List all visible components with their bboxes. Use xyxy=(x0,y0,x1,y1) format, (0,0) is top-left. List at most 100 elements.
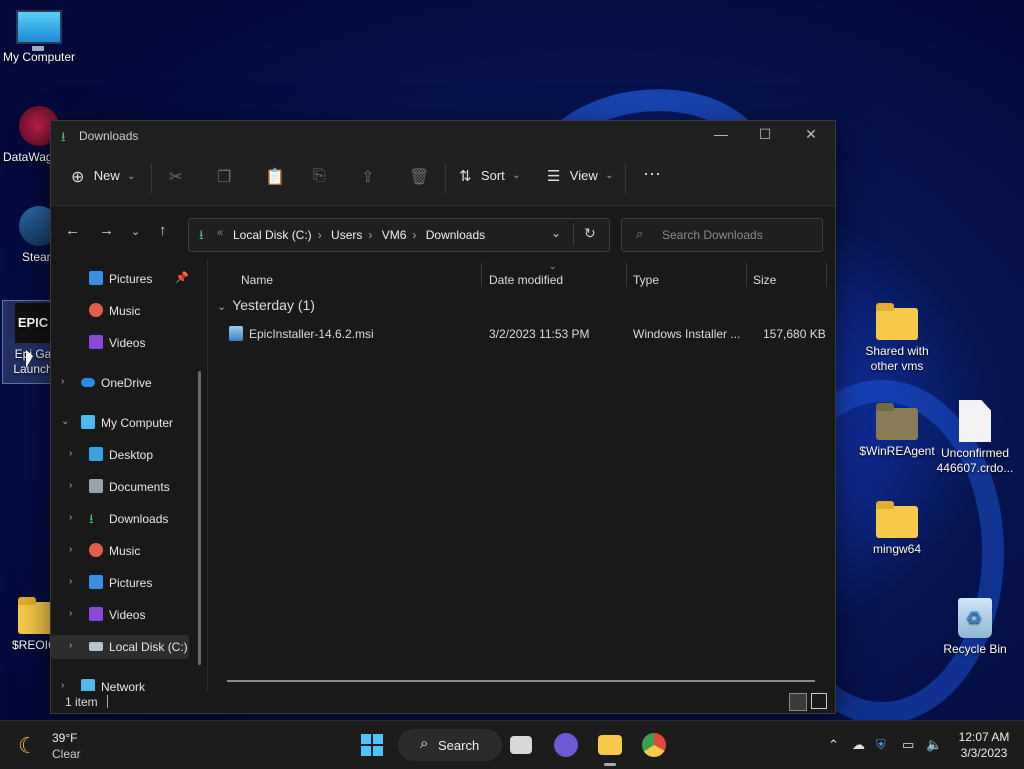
chevron-right-icon[interactable]: › xyxy=(61,680,64,691)
chevron-right-icon[interactable]: › xyxy=(69,640,72,651)
column-header-size[interactable]: Size xyxy=(753,273,776,287)
sort-arrows-icon: ⇅ xyxy=(459,168,472,185)
navigation-pane: Pictures 📌 Music Videos › OneDrive ⌄ My … xyxy=(51,259,207,691)
chevron-right-icon[interactable]: › xyxy=(61,376,64,387)
taskbar-search-button[interactable]: ⌕ Search xyxy=(398,729,502,761)
search-box[interactable]: ⌕ Search Downloads xyxy=(621,218,823,252)
column-separator[interactable] xyxy=(746,263,747,287)
divider xyxy=(445,163,446,193)
security-shield-icon[interactable]: ⛨ xyxy=(876,737,886,753)
download-icon: ⭳ xyxy=(199,227,204,242)
breadcrumb-downloads[interactable]: Downloads xyxy=(426,228,485,242)
nav-item-pictures-quick[interactable]: Pictures 📌 xyxy=(51,267,207,291)
title-bar[interactable]: ⭳ Downloads — ☐ ✕ xyxy=(51,121,835,151)
copy-icon[interactable]: ❐ xyxy=(217,167,231,187)
chevron-right-icon[interactable]: › xyxy=(69,576,72,587)
breadcrumb-vm6[interactable]: VM6 xyxy=(382,228,407,242)
chevron-right-icon[interactable]: › xyxy=(69,544,72,555)
nav-item-downloads[interactable]: › ⭳ Downloads xyxy=(51,507,207,531)
nav-item-my-computer[interactable]: ⌄ My Computer xyxy=(51,411,207,435)
chat-icon[interactable] xyxy=(554,733,578,757)
weather-temperature: 39°F xyxy=(52,731,78,745)
desktop-icon-recycle-bin[interactable]: ♻ Recycle Bin xyxy=(936,598,1014,657)
paste-icon[interactable]: 📋 xyxy=(265,167,285,187)
group-header[interactable]: ⌄ Yesterday (1) xyxy=(217,297,315,313)
windows-logo-icon xyxy=(361,734,371,744)
minimize-button[interactable]: — xyxy=(707,126,735,142)
column-header-type[interactable]: Type xyxy=(633,273,659,287)
refresh-icon[interactable]: ↻ xyxy=(584,225,596,242)
view-button[interactable]: ☰ View ⌄ xyxy=(547,167,613,185)
start-button[interactable] xyxy=(360,733,384,757)
chevron-right-icon[interactable]: › xyxy=(69,512,72,523)
breadcrumb-local-disk[interactable]: Local Disk (C:) xyxy=(233,228,312,242)
details-view-icon[interactable] xyxy=(789,693,807,711)
table-row[interactable]: EpicInstaller-14.6.2.msi 3/2/2023 11:53 … xyxy=(227,323,827,345)
nav-pane-scrollbar[interactable] xyxy=(198,371,201,665)
more-options-icon[interactable]: ··· xyxy=(643,163,661,184)
nav-item-documents[interactable]: › Documents xyxy=(51,475,207,499)
pin-icon[interactable]: 📌 xyxy=(175,271,189,284)
nav-item-videos-quick[interactable]: Videos xyxy=(51,331,207,355)
recent-locations-chevron-icon[interactable]: ⌄ xyxy=(131,225,140,238)
column-separator[interactable] xyxy=(626,263,627,287)
chrome-icon[interactable] xyxy=(642,733,666,757)
sort-button[interactable]: ⇅ Sort ⌄ xyxy=(459,167,521,185)
search-icon: ⌕ xyxy=(636,226,644,241)
mouse-cursor-icon xyxy=(26,350,33,368)
download-icon: ⭳ xyxy=(89,511,94,526)
maximize-button[interactable]: ☐ xyxy=(751,126,779,143)
chevron-up-icon[interactable]: ⌃ xyxy=(828,737,839,753)
pictures-icon xyxy=(89,575,103,589)
column-separator[interactable] xyxy=(826,263,827,287)
chevron-right-icon[interactable]: › xyxy=(69,480,72,491)
cloud-offline-icon[interactable]: ☁ xyxy=(852,737,865,753)
delete-icon[interactable]: 🗑 xyxy=(409,167,429,187)
up-arrow-icon[interactable]: ↑ xyxy=(159,222,167,239)
nav-item-onedrive[interactable]: › OneDrive xyxy=(51,371,207,395)
rename-icon[interactable]: ⎘ xyxy=(313,167,326,185)
desktop-icon-winreagent[interactable]: $WinREAgent xyxy=(858,403,936,459)
clock[interactable]: 12:07 AM 3/3/2023 xyxy=(952,729,1016,761)
close-button[interactable]: ✕ xyxy=(797,126,825,143)
search-input[interactable]: Search Downloads xyxy=(662,228,763,242)
desktop-icon-mingw64[interactable]: mingw64 xyxy=(858,501,936,557)
file-type: Windows Installer ... xyxy=(633,327,741,341)
nav-item-pictures[interactable]: › Pictures xyxy=(51,571,207,595)
column-separator[interactable] xyxy=(481,263,482,287)
nav-item-desktop[interactable]: › Desktop xyxy=(51,443,207,467)
nav-item-music-quick[interactable]: Music xyxy=(51,299,207,323)
cut-icon[interactable]: ✂ xyxy=(169,167,182,187)
nav-item-videos[interactable]: › Videos xyxy=(51,603,207,627)
file-explorer-taskbar-icon[interactable] xyxy=(598,735,622,755)
desktop-icon-unconfirmed-file[interactable]: Unconfirmed 446607.crdo... xyxy=(936,400,1014,476)
task-view-icon[interactable] xyxy=(510,736,532,754)
installer-file-icon xyxy=(229,326,243,341)
desktop-icon-my-computer[interactable]: My Computer xyxy=(0,10,78,65)
back-arrow-icon[interactable]: ← xyxy=(65,222,80,239)
address-bar[interactable]: ⭳ « Local Disk (C:) › Users › VM6 › Downloa… xyxy=(188,218,610,252)
plus-circle-icon: ⊕ xyxy=(71,169,85,186)
new-button[interactable]: ⊕ New ⌄ xyxy=(71,167,136,187)
nav-item-music[interactable]: › Music xyxy=(51,539,207,563)
nav-item-local-disk[interactable]: › Local Disk (C:) xyxy=(51,635,189,659)
horizontal-scrollbar[interactable] xyxy=(227,680,815,682)
chevron-right-icon[interactable]: › xyxy=(69,608,72,619)
column-header-name[interactable]: Name xyxy=(241,273,273,287)
desktop-icon-shared-with-other-vms[interactable]: Shared with other vms xyxy=(858,303,936,374)
music-icon xyxy=(89,543,103,557)
breadcrumb-users[interactable]: Users xyxy=(331,228,362,242)
search-icon: ⌕ xyxy=(420,735,429,752)
tiles-view-icon[interactable] xyxy=(811,693,827,709)
breadcrumb: Local Disk (C:) › Users › VM6 › Downloads xyxy=(233,228,491,242)
address-dropdown-icon[interactable]: ⌄ xyxy=(551,226,561,240)
chevron-right-icon[interactable]: › xyxy=(69,448,72,459)
network-icon[interactable]: ▭ xyxy=(902,737,914,753)
chevron-right-icon: › xyxy=(412,228,417,242)
forward-arrow-icon[interactable]: → xyxy=(99,222,114,239)
volume-icon[interactable]: 🔈 xyxy=(926,737,942,753)
share-icon[interactable]: ⇪ xyxy=(361,167,374,187)
chevron-down-icon[interactable]: ⌄ xyxy=(61,416,69,427)
column-header-date-modified[interactable]: Date modified xyxy=(489,273,563,287)
nav-item-network[interactable]: › Network xyxy=(51,675,207,691)
